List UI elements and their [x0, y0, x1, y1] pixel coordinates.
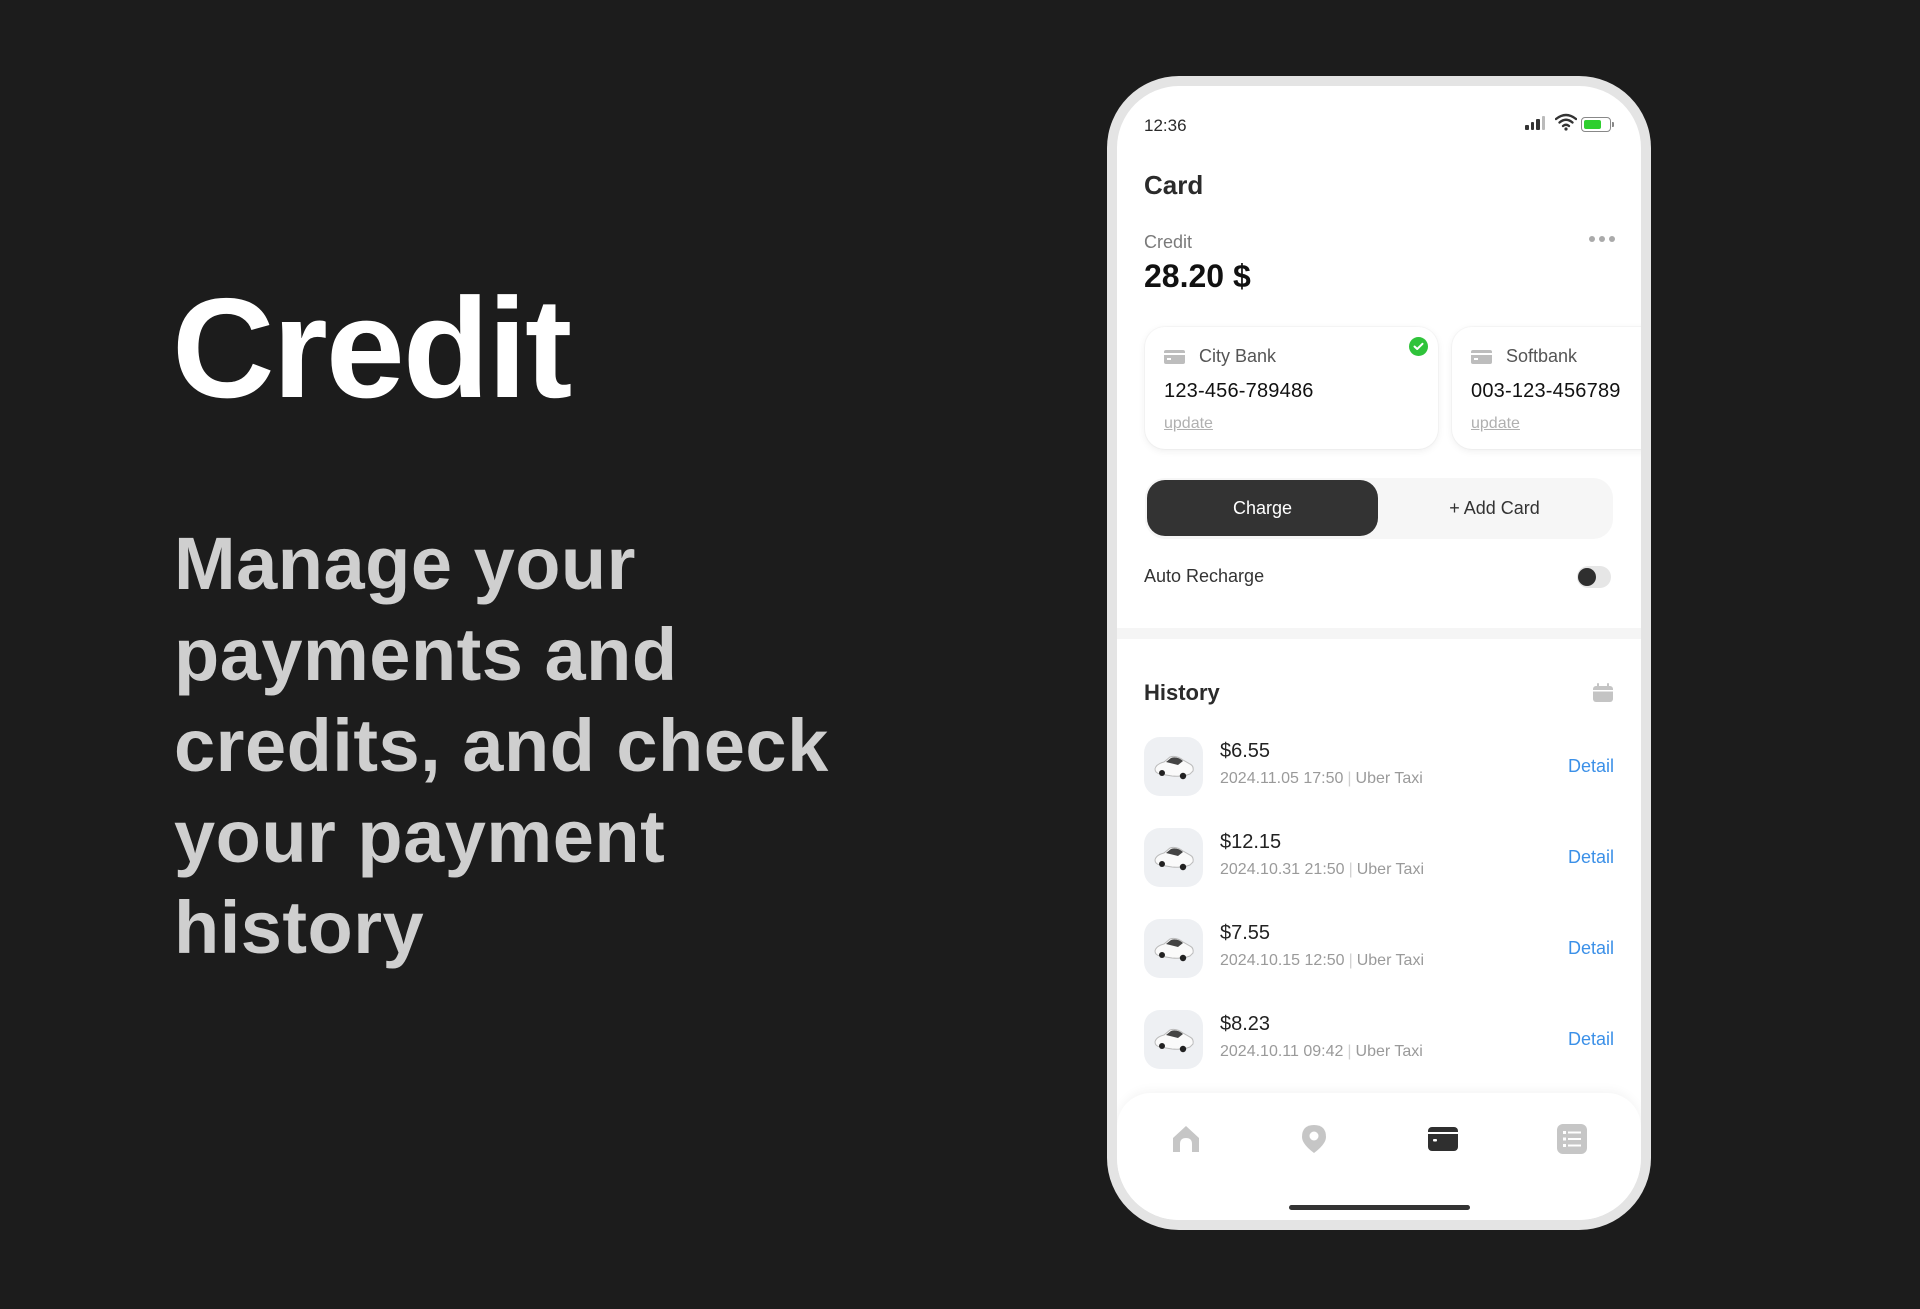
history-amount: $12.15: [1220, 831, 1282, 853]
auto-recharge-label: Auto Recharge: [1144, 566, 1265, 586]
phone-screen: 12:36 Card Credit 28.20 $ City Bank 123-…: [1117, 86, 1641, 1220]
hero-subtitle: Manage your payments and credits, and ch…: [174, 522, 829, 969]
cellular-signal-icon: [1525, 116, 1545, 130]
add-card-button[interactable]: + Add Card: [1378, 480, 1611, 536]
tab-card[interactable]: [1423, 1119, 1463, 1159]
history-service: Uber Taxi: [1356, 952, 1425, 969]
history-meta: 2024.10.31 21:50 | Uber Taxi: [1220, 861, 1424, 879]
credit-card-icon: [1471, 350, 1492, 364]
card-number: 003-123-456789: [1471, 380, 1621, 402]
tab-home[interactable]: [1166, 1119, 1206, 1159]
history-datetime: 2024.11.05 17:50: [1220, 770, 1344, 787]
bottom-tab-bar: [1117, 1093, 1641, 1220]
car-icon: [1144, 737, 1203, 796]
history-amount: $7.55: [1220, 922, 1271, 944]
selected-check-icon: [1409, 337, 1428, 356]
car-icon: [1144, 919, 1203, 978]
detail-link[interactable]: Detail: [1568, 847, 1614, 868]
history-item[interactable]: $6.55 2024.11.05 17:50 | Uber Taxi Detail: [1144, 737, 1614, 796]
history-service: Uber Taxi: [1355, 770, 1423, 787]
meta-separator: |: [1348, 952, 1353, 969]
meta-separator: |: [1347, 1043, 1352, 1060]
more-horizontal-icon: [1589, 236, 1595, 242]
home-icon: [1173, 1126, 1199, 1152]
car-icon: [1144, 828, 1203, 887]
hero-title: Credit: [172, 269, 572, 428]
tab-location[interactable]: [1294, 1119, 1334, 1159]
detail-link[interactable]: Detail: [1568, 938, 1614, 959]
history-item[interactable]: $7.55 2024.10.15 12:50 | Uber Taxi Detail: [1144, 919, 1614, 978]
card-number: 123-456-789486: [1164, 380, 1314, 402]
wifi-icon: [1555, 113, 1577, 131]
home-indicator[interactable]: [1289, 1205, 1470, 1210]
page-title: Card: [1144, 170, 1204, 200]
more-dot: [1599, 236, 1605, 242]
credit-card-icon: [1428, 1127, 1458, 1151]
bank-name: City Bank: [1199, 346, 1277, 366]
update-card-link[interactable]: update: [1471, 415, 1520, 433]
card-actions-segmented: Charge + Add Card: [1145, 478, 1613, 539]
history-amount: $6.55: [1220, 740, 1271, 762]
bank-name: Softbank: [1506, 346, 1578, 366]
battery-tip: [1612, 122, 1614, 127]
more-options-button[interactable]: [1589, 232, 1615, 246]
history-service: Uber Taxi: [1356, 861, 1425, 878]
detail-link[interactable]: Detail: [1568, 1029, 1614, 1050]
toggle-knob: [1578, 568, 1596, 586]
tab-list[interactable]: [1552, 1119, 1592, 1159]
credit-balance: 28.20 $: [1144, 258, 1251, 294]
history-datetime: 2024.10.11 09:42: [1220, 1043, 1344, 1060]
credit-card-icon: [1164, 350, 1185, 364]
history-service: Uber Taxi: [1355, 1043, 1423, 1060]
credit-label: Credit: [1144, 232, 1193, 252]
cards-carousel[interactable]: City Bank 123-456-789486 update Softbank…: [1145, 327, 1641, 451]
status-time: 12:36: [1144, 116, 1187, 135]
meta-separator: |: [1347, 770, 1352, 787]
bank-card[interactable]: Softbank 003-123-456789 update: [1452, 327, 1641, 449]
update-card-link[interactable]: update: [1164, 415, 1213, 433]
history-datetime: 2024.10.15 12:50: [1220, 952, 1345, 969]
meta-separator: |: [1348, 861, 1353, 878]
history-amount: $8.23: [1220, 1013, 1271, 1035]
map-pin-icon: [1302, 1125, 1326, 1153]
history-meta: 2024.10.11 09:42 | Uber Taxi: [1220, 1043, 1423, 1061]
calendar-icon[interactable]: [1592, 682, 1614, 703]
phone-frame: 12:36 Card Credit 28.20 $ City Bank 123-…: [1107, 76, 1651, 1230]
history-meta: 2024.11.05 17:50 | Uber Taxi: [1220, 770, 1423, 788]
section-divider: [1117, 628, 1641, 639]
charge-button[interactable]: Charge: [1147, 480, 1378, 536]
history-datetime: 2024.10.31 21:50: [1220, 861, 1345, 878]
bank-card[interactable]: City Bank 123-456-789486 update: [1145, 327, 1438, 449]
car-icon: [1144, 1010, 1203, 1069]
list-icon: [1557, 1124, 1587, 1154]
history-meta: 2024.10.15 12:50 | Uber Taxi: [1220, 952, 1424, 970]
history-item[interactable]: $12.15 2024.10.31 21:50 | Uber Taxi Detail: [1144, 828, 1614, 887]
history-item[interactable]: $8.23 2024.10.11 09:42 | Uber Taxi Detail: [1144, 1010, 1614, 1069]
battery-icon: [1581, 117, 1611, 132]
auto-recharge-toggle[interactable]: [1577, 566, 1611, 588]
detail-link[interactable]: Detail: [1568, 756, 1614, 777]
more-dot: [1609, 236, 1615, 242]
history-title: History: [1144, 680, 1220, 705]
